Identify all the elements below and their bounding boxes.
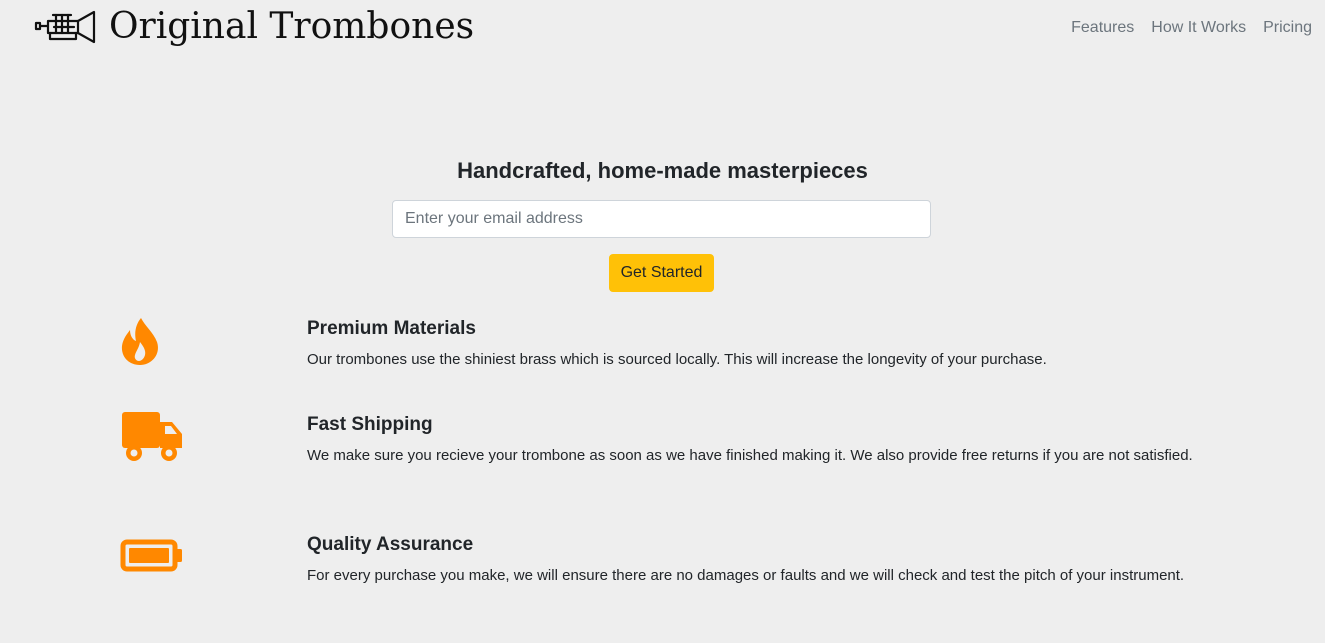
fire-icon xyxy=(121,318,158,365)
landing-page: Original Trombones Features How It Works… xyxy=(0,0,1325,643)
brand-name: Original Trombones xyxy=(109,6,475,47)
hero-title: Handcrafted, home-made masterpieces xyxy=(457,158,868,183)
feature-description: For every purchase you make, we will ens… xyxy=(307,567,1185,584)
feature-title: Fast Shipping xyxy=(307,414,433,435)
get-started-button[interactable]: Get Started xyxy=(609,254,714,292)
nav-link-features[interactable]: Features xyxy=(1071,19,1134,37)
feature-title: Premium Materials xyxy=(307,318,476,339)
email-input[interactable] xyxy=(392,200,931,238)
main-nav: Features How It Works Pricing xyxy=(1071,19,1312,37)
trumpet-icon xyxy=(34,10,96,44)
nav-link-how-it-works[interactable]: How It Works xyxy=(1151,19,1246,37)
site-header: Original Trombones Features How It Works… xyxy=(0,0,1325,58)
feature-description: Our trombones use the shiniest brass whi… xyxy=(307,351,1047,368)
nav-link-pricing[interactable]: Pricing xyxy=(1263,19,1312,37)
battery-icon xyxy=(120,539,182,572)
truck-icon xyxy=(122,412,182,461)
brand[interactable]: Original Trombones xyxy=(34,4,474,50)
feature-title: Quality Assurance xyxy=(307,534,474,555)
feature-description: We make sure you recieve your trombone a… xyxy=(307,447,1193,464)
